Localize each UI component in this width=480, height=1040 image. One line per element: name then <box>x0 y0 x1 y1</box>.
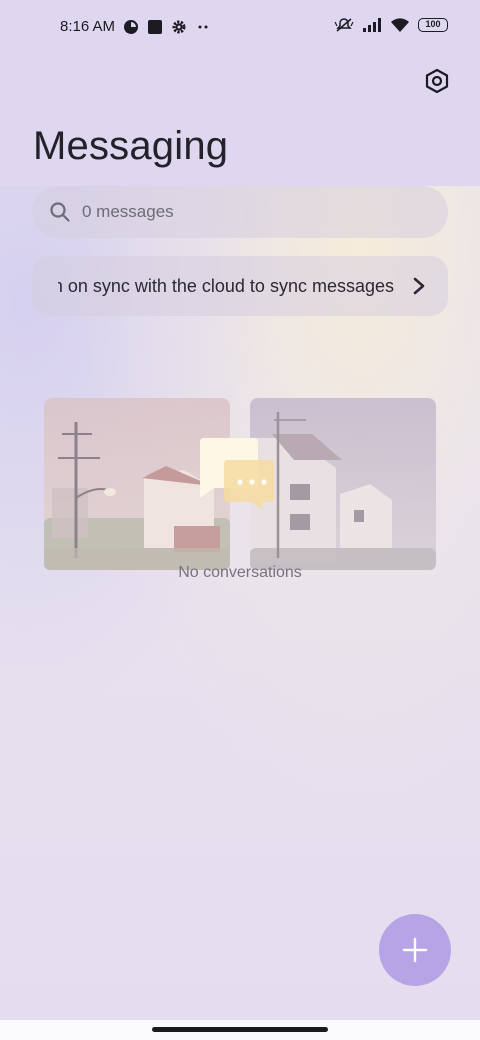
sync-banner-label: Turn on sync with the cloud to sync mess… <box>58 276 394 296</box>
home-gesture-pill[interactable] <box>152 1027 328 1032</box>
battery-icon: 100 <box>418 18 448 32</box>
signal-icon <box>363 18 381 32</box>
sync-banner-text: Turn on sync with the cloud to sync mess… <box>58 276 394 297</box>
sync-banner[interactable]: Turn on sync with the cloud to sync mess… <box>32 256 448 316</box>
plus-icon <box>402 937 428 963</box>
notification-dot-icon <box>124 19 139 34</box>
empty-state-illustration <box>44 398 436 570</box>
status-bar: 8:16 AM 100 <box>0 0 480 56</box>
app-square-icon <box>148 19 163 34</box>
settings-gear-icon <box>172 20 186 33</box>
hexagon-settings-icon <box>425 68 449 94</box>
chevron-right-icon <box>413 277 425 295</box>
more-dots-icon <box>198 25 208 28</box>
settings-button[interactable] <box>420 64 454 98</box>
search-icon <box>50 202 70 222</box>
wifi-icon <box>391 18 409 32</box>
empty-state-label: No conversations <box>178 564 302 581</box>
right-scene <box>250 398 436 570</box>
silent-mode-icon <box>334 18 354 32</box>
search-placeholder: 0 messages <box>82 202 174 221</box>
status-time: 8:16 AM <box>60 18 116 35</box>
new-message-button[interactable] <box>379 914 451 986</box>
status-right: 100 <box>334 17 448 33</box>
status-left: 8:16 AM <box>60 18 211 35</box>
page-title: Messaging <box>33 124 229 168</box>
